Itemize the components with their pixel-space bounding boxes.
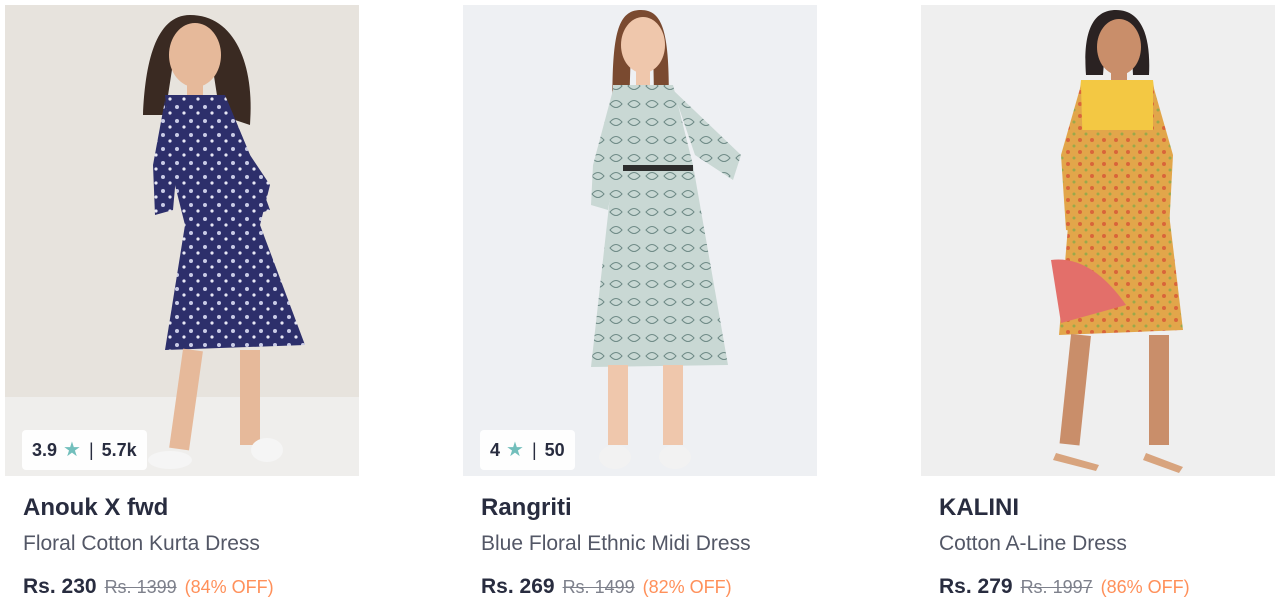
product-grid: 3.9 ★ | 5.7k Anouk X fwd Floral Cotton K… — [0, 0, 1280, 609]
rating-badge: 4 ★ | 50 — [480, 430, 575, 470]
divider: | — [88, 439, 94, 460]
rating-count: 50 — [544, 439, 565, 460]
product-card[interactable]: KALINI Cotton A-Line Dress Rs. 279 Rs. 1… — [921, 0, 1277, 609]
product-brand[interactable]: Rangriti — [481, 494, 572, 522]
rating-value: 4 — [490, 439, 501, 460]
dress-photo-icon — [463, 5, 817, 476]
current-price: Rs. 269 — [481, 575, 555, 598]
divider: | — [531, 439, 537, 460]
product-title[interactable]: Floral Cotton Kurta Dress — [23, 532, 260, 556]
original-price: Rs. 1997 — [1020, 577, 1093, 597]
discount-label: (82% OFF) — [642, 577, 732, 597]
discount-label: (86% OFF) — [1100, 577, 1190, 597]
current-price: Rs. 279 — [939, 575, 1013, 598]
product-image[interactable]: 4 ★ | 50 — [463, 5, 817, 476]
rating-badge: 3.9 ★ | 5.7k — [22, 430, 147, 470]
rating-value: 3.9 — [32, 439, 58, 460]
original-price: Rs. 1499 — [562, 577, 635, 597]
dress-photo-icon — [921, 5, 1275, 476]
product-title[interactable]: Cotton A-Line Dress — [939, 532, 1127, 556]
product-brand[interactable]: KALINI — [939, 494, 1019, 522]
star-icon: ★ — [506, 439, 524, 461]
product-image[interactable]: 3.9 ★ | 5.7k — [5, 5, 359, 476]
product-card[interactable]: 3.9 ★ | 5.7k Anouk X fwd Floral Cotton K… — [5, 0, 361, 609]
discount-label: (84% OFF) — [184, 577, 274, 597]
price-row: Rs. 269 Rs. 1499 (82% OFF) — [481, 575, 732, 599]
dress-photo-icon — [5, 5, 359, 476]
price-row: Rs. 230 Rs. 1399 (84% OFF) — [23, 575, 274, 599]
original-price: Rs. 1399 — [104, 577, 177, 597]
current-price: Rs. 230 — [23, 575, 97, 598]
price-row: Rs. 279 Rs. 1997 (86% OFF) — [939, 575, 1190, 599]
product-brand[interactable]: Anouk X fwd — [23, 494, 168, 522]
product-title[interactable]: Blue Floral Ethnic Midi Dress — [481, 532, 751, 556]
product-image[interactable] — [921, 5, 1275, 476]
star-icon: ★ — [63, 439, 81, 461]
rating-count: 5.7k — [101, 439, 137, 460]
product-card[interactable]: 4 ★ | 50 Rangriti Blue Floral Ethnic Mid… — [463, 0, 819, 609]
